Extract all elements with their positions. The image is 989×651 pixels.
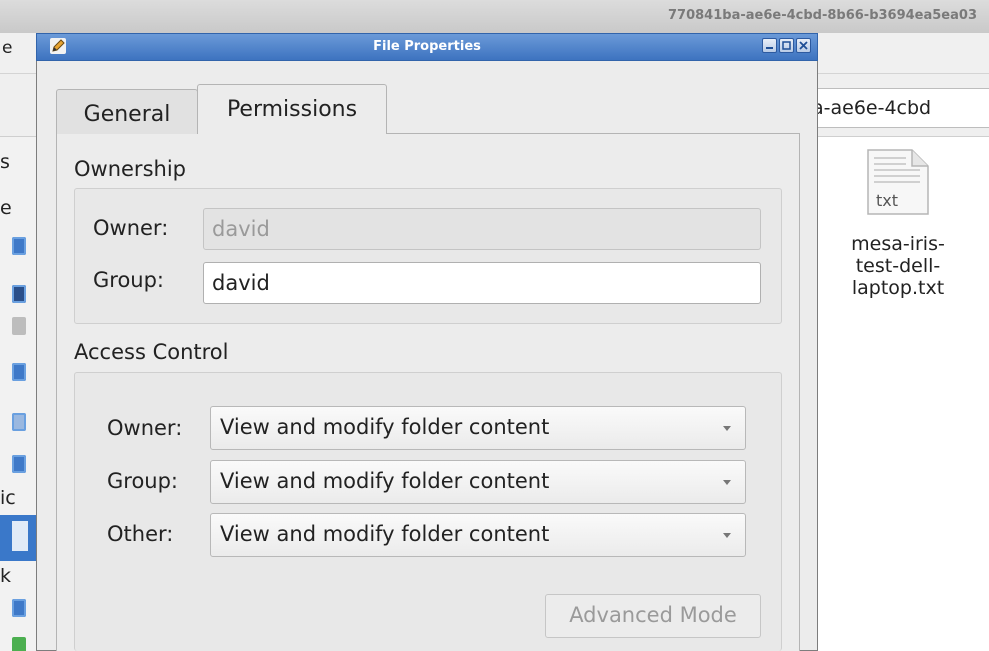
access-group-label: Group:: [107, 469, 179, 493]
sidebar-fragment: k: [0, 565, 12, 587]
drive-icon[interactable]: [12, 237, 26, 255]
access-group-select[interactable]: View and modify folder content: [210, 460, 746, 504]
access-control-heading: Access Control: [74, 340, 229, 364]
text-file-icon[interactable]: txt: [862, 148, 930, 216]
drive-icon[interactable]: [12, 455, 26, 473]
maximize-icon[interactable]: [779, 38, 794, 53]
access-other-value: View and modify folder content: [220, 522, 550, 546]
drive-icon[interactable]: [12, 363, 26, 381]
access-other-select[interactable]: View and modify folder content: [210, 513, 746, 557]
background-path-text: a-ae6e-4cbd: [812, 97, 932, 119]
sidebar-fragment: ic: [0, 487, 16, 509]
owner-field: david: [203, 208, 761, 250]
background-menu-item[interactable]: e: [2, 38, 12, 58]
sidebar-fragment: s: [0, 151, 10, 173]
minimize-icon[interactable]: [762, 38, 777, 53]
trash-icon[interactable]: [12, 637, 26, 651]
access-other-label: Other:: [107, 522, 174, 546]
chevron-down-icon: [723, 426, 731, 431]
background-window-title: 770841ba-ae6e-4cbd-8b66-b3694ea5ea03: [668, 8, 977, 23]
ownership-heading: Ownership: [74, 157, 186, 181]
file-icon[interactable]: [12, 317, 26, 335]
access-owner-label: Owner:: [107, 416, 183, 440]
group-field[interactable]: david: [203, 262, 761, 304]
file-name-line: laptop.txt: [851, 277, 945, 299]
chevron-down-icon: [723, 480, 731, 485]
dialog-title: File Properties: [373, 39, 481, 54]
advanced-mode-button[interactable]: Advanced Mode: [545, 594, 761, 638]
active-tab-connector: [198, 132, 386, 135]
owner-label: Owner:: [93, 216, 169, 240]
close-icon[interactable]: [796, 38, 811, 53]
background-sidebar: s e ic k: [0, 137, 39, 651]
drive-icon[interactable]: [12, 599, 26, 617]
tab-permissions[interactable]: Permissions: [197, 84, 387, 134]
file-name-line: test-dell-: [855, 255, 941, 277]
drive-icon: [12, 521, 28, 551]
sidebar-fragment: e: [0, 197, 12, 219]
group-label: Group:: [93, 268, 165, 292]
chevron-down-icon: [723, 533, 731, 538]
file-name-line: mesa-iris-: [851, 233, 945, 255]
file-icon-label: txt: [876, 191, 898, 210]
file-name-label[interactable]: mesa-iris- test-dell- laptop.txt: [818, 233, 978, 299]
screen: 770841ba-ae6e-4cbd-8b66-b3694ea5ea03 e a…: [0, 0, 989, 651]
access-owner-select[interactable]: View and modify folder content: [210, 406, 746, 450]
access-owner-value: View and modify folder content: [220, 415, 550, 439]
access-group-value: View and modify folder content: [220, 469, 550, 493]
drive-icon[interactable]: [12, 413, 26, 431]
folder-icon[interactable]: [12, 285, 26, 303]
tab-general[interactable]: General: [56, 89, 198, 134]
